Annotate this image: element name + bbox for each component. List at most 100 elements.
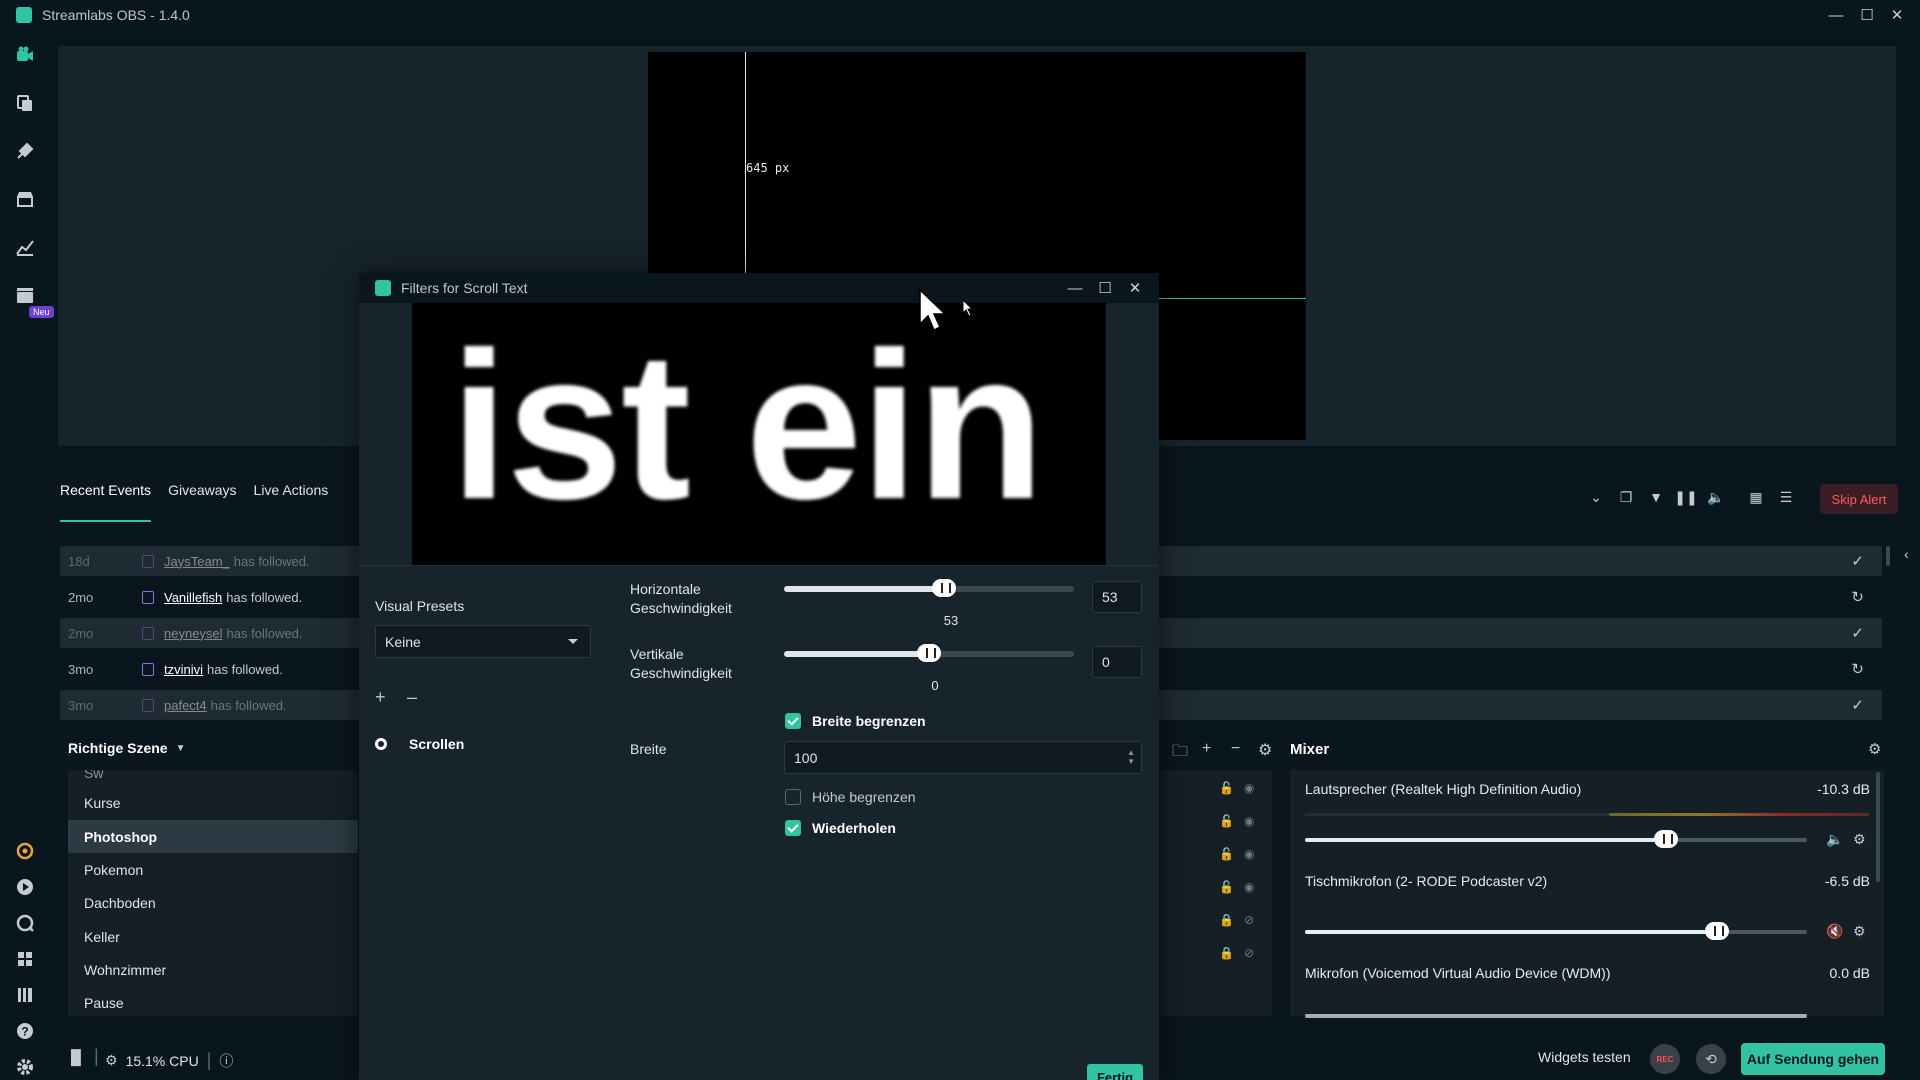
- minimize-icon[interactable]: —: [1821, 0, 1851, 30]
- settings-icon[interactable]: [14, 1056, 36, 1078]
- visual-presets-select[interactable]: Keine: [375, 625, 591, 658]
- scene-collection-selector[interactable]: Richtige Szene ▼: [68, 740, 186, 756]
- eye-icon[interactable]: ◉: [1244, 847, 1254, 861]
- info-icon[interactable]: ⓘ: [219, 1051, 233, 1071]
- chevron-down-icon[interactable]: ⌄: [1586, 487, 1606, 507]
- help-icon[interactable]: ?: [14, 1020, 36, 1042]
- scene-item[interactable]: Kurse: [68, 786, 358, 819]
- event-user-link[interactable]: Vanillefish: [164, 590, 222, 605]
- mixer-volume-slider[interactable]: [1305, 922, 1807, 940]
- slider-handle[interactable]: [931, 579, 956, 597]
- scene-item[interactable]: Keller: [68, 920, 358, 953]
- chat-icon[interactable]: [14, 912, 36, 934]
- event-user-link[interactable]: JaysTeam_: [164, 554, 230, 569]
- add-source-icon[interactable]: +: [1202, 740, 1211, 758]
- channel-settings-icon[interactable]: ⚙: [1853, 923, 1866, 940]
- loop-checkbox[interactable]: [785, 820, 801, 836]
- lock-icon[interactable]: 🔓: [1219, 880, 1234, 894]
- tab-giveaways[interactable]: Giveaways: [168, 482, 236, 522]
- play-icon[interactable]: [14, 876, 36, 898]
- mixer-scrollbar[interactable]: [1876, 772, 1880, 882]
- horizontal-speed-slider[interactable]: [784, 579, 1074, 597]
- minimize-icon[interactable]: —: [1060, 273, 1090, 303]
- chevron-left-icon[interactable]: ‹: [1904, 546, 1909, 562]
- eye-hidden-icon[interactable]: ⊘: [1244, 913, 1254, 927]
- studio-icon[interactable]: [14, 284, 36, 306]
- vertical-speed-input[interactable]: 0: [1092, 646, 1142, 678]
- check-icon[interactable]: ✓: [1851, 696, 1864, 714]
- event-user-link[interactable]: pafect4: [164, 698, 207, 713]
- skip-alert-button[interactable]: Skip Alert: [1820, 484, 1898, 514]
- lock-icon[interactable]: 🔓: [1219, 814, 1234, 828]
- filter-icon[interactable]: ▼: [1646, 487, 1666, 507]
- pause-icon[interactable]: ❚❚: [1674, 487, 1697, 507]
- source-settings-icon[interactable]: ⚙: [1258, 740, 1272, 760]
- lock-icon[interactable]: 🔒: [1219, 913, 1234, 927]
- library-icon[interactable]: [14, 92, 36, 114]
- check-icon[interactable]: ✓: [1851, 624, 1864, 642]
- add-filter-button[interactable]: +: [375, 687, 386, 708]
- store-icon[interactable]: [14, 188, 36, 210]
- vertical-speed-slider[interactable]: [784, 644, 1074, 662]
- tab-live-actions[interactable]: Live Actions: [254, 482, 329, 522]
- prime-icon[interactable]: [14, 840, 36, 862]
- eye-icon[interactable]: ◉: [1244, 781, 1254, 795]
- volume-icon[interactable]: 🔈: [1706, 487, 1726, 507]
- repeat-icon[interactable]: ↻: [1851, 660, 1864, 678]
- channel-settings-icon[interactable]: ⚙: [1853, 831, 1866, 848]
- done-button[interactable]: Fertig: [1087, 1064, 1143, 1080]
- eye-icon[interactable]: ◉: [1244, 880, 1254, 894]
- repeat-icon[interactable]: ↻: [1851, 588, 1864, 606]
- loop-label[interactable]: Wiederholen: [812, 820, 896, 836]
- record-button[interactable]: REC: [1650, 1044, 1680, 1074]
- event-user-link[interactable]: tzvinivi: [164, 662, 203, 677]
- editor-icon[interactable]: [14, 44, 36, 66]
- mixer-volume-slider[interactable]: [1305, 830, 1807, 848]
- scene-item[interactable]: Pause: [68, 986, 358, 1016]
- remove-filter-button[interactable]: –: [407, 687, 417, 708]
- scene-item[interactable]: Dachboden: [68, 886, 358, 919]
- scene-item[interactable]: Pokemon: [68, 853, 358, 886]
- eye-icon[interactable]: ◉: [1244, 814, 1254, 828]
- lock-icon[interactable]: 🔒: [1219, 946, 1234, 960]
- replay-buffer-icon[interactable]: ⟲: [1696, 1044, 1726, 1074]
- grid-view-icon[interactable]: ▦: [1746, 487, 1766, 507]
- widgets-test-button[interactable]: Widgets testen: [1538, 1049, 1631, 1065]
- dashboard-icon[interactable]: [14, 236, 36, 258]
- themes-icon[interactable]: [14, 140, 36, 162]
- tab-recent-events[interactable]: Recent Events: [60, 482, 152, 522]
- speaker-icon[interactable]: 🔈: [1826, 831, 1843, 848]
- spinner-icon[interactable]: ▲ ▼: [1127, 748, 1135, 766]
- filter-item-scrollen[interactable]: Scrollen: [409, 736, 464, 752]
- list-view-icon[interactable]: ☰: [1776, 487, 1796, 507]
- mixer-volume-slider[interactable]: [1305, 1014, 1807, 1018]
- popout-icon[interactable]: ❐: [1616, 487, 1636, 507]
- scene-item[interactable]: Wohnzimmer: [68, 953, 358, 986]
- go-live-button[interactable]: Auf Sendung gehen: [1741, 1043, 1885, 1075]
- events-scrollbar[interactable]: [1886, 546, 1890, 566]
- lock-icon[interactable]: 🔓: [1219, 781, 1234, 795]
- maximize-icon[interactable]: ☐: [1090, 273, 1120, 303]
- close-icon[interactable]: ✕: [1882, 0, 1912, 30]
- eye-hidden-icon[interactable]: ⊘: [1244, 946, 1254, 960]
- limit-height-label[interactable]: Höhe begrenzen: [812, 789, 916, 805]
- check-icon[interactable]: ✓: [1851, 552, 1864, 570]
- slider-handle[interactable]: [1704, 922, 1729, 940]
- event-user-link[interactable]: neyneysel: [164, 626, 223, 641]
- stats-icon[interactable]: ▐▌: [66, 1049, 86, 1065]
- columns-icon[interactable]: [14, 984, 36, 1006]
- slider-handle[interactable]: [917, 644, 941, 662]
- width-input[interactable]: 100 ▲ ▼: [784, 741, 1142, 774]
- remove-source-icon[interactable]: −: [1231, 740, 1240, 758]
- close-icon[interactable]: ✕: [1120, 273, 1150, 303]
- maximize-icon[interactable]: ☐: [1852, 0, 1882, 30]
- mixer-settings-icon[interactable]: ⚙: [1868, 740, 1881, 758]
- add-folder-icon[interactable]: 🗀: [1172, 740, 1188, 767]
- lock-icon[interactable]: 🔓: [1219, 847, 1234, 861]
- limit-height-checkbox[interactable]: [785, 789, 801, 805]
- scene-item-active[interactable]: Photoshop: [68, 820, 358, 853]
- horizontal-speed-input[interactable]: 53: [1092, 581, 1142, 613]
- apps-icon[interactable]: [14, 948, 36, 970]
- limit-width-label[interactable]: Breite begrenzen: [812, 713, 926, 729]
- mute-icon[interactable]: 🔇: [1826, 923, 1843, 940]
